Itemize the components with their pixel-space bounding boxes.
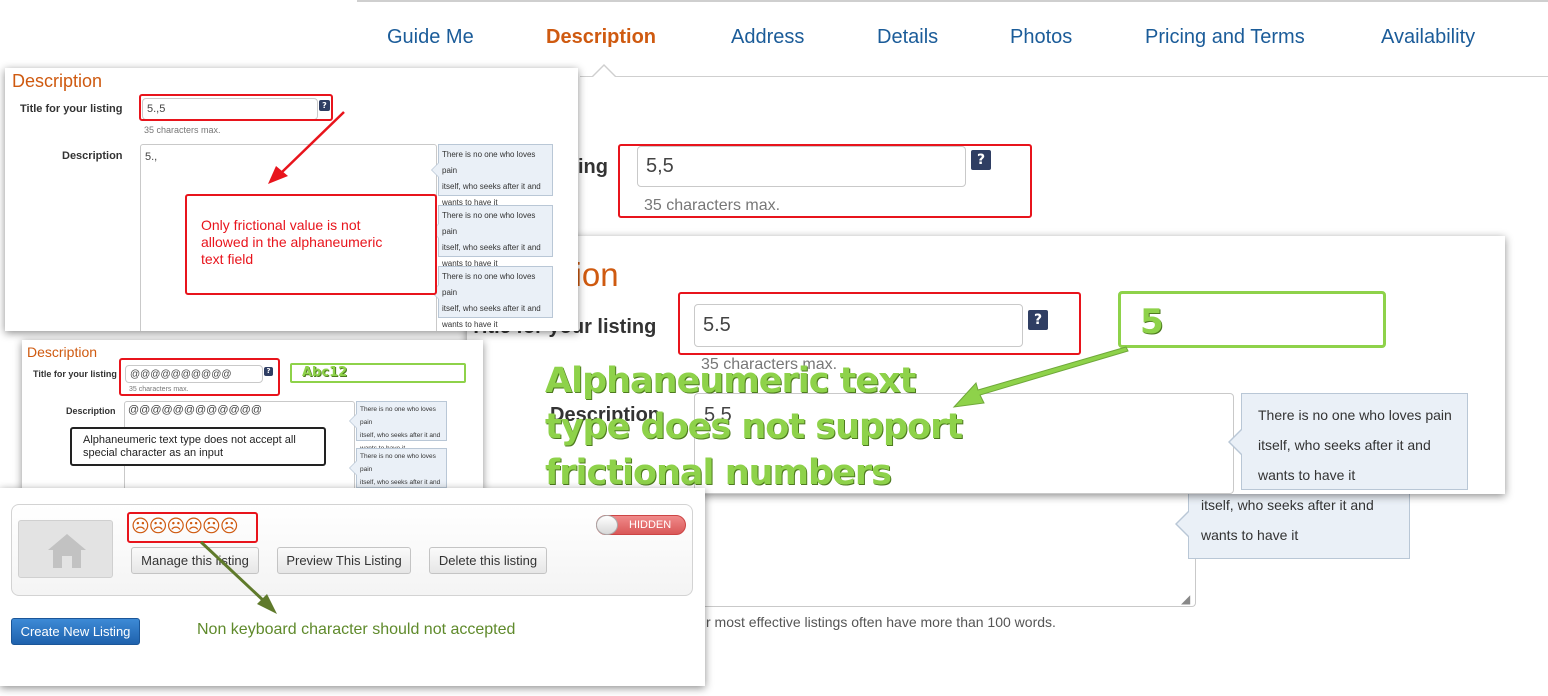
tip-line-3: wants to have it	[1201, 527, 1299, 543]
tab-address[interactable]: Address	[731, 26, 804, 49]
panel-fraction-check: Description Title for your listing 5.,5 …	[5, 68, 578, 331]
description-tip: There is no one who loves pain itself, w…	[349, 401, 447, 452]
green-arrow	[952, 346, 1129, 408]
panel-special-char-check: Description Title for your listing @@@@@…	[22, 340, 483, 492]
red-annotation-line-3: text field	[201, 251, 254, 267]
tab-pricing-and-terms[interactable]: Pricing and Terms	[1145, 26, 1305, 49]
description-value: 5.,	[145, 151, 158, 163]
chars-hint: 35 characters max.	[144, 125, 221, 135]
tab-description[interactable]: Description	[546, 26, 656, 49]
red-arrow	[268, 111, 345, 184]
tab-underline	[580, 76, 1548, 77]
title-red-highlight	[119, 358, 280, 396]
tip-line-2: itself, who seeks after it and	[442, 304, 541, 313]
olive-arrow	[199, 540, 277, 614]
tab-details[interactable]: Details	[877, 26, 938, 49]
section-heading: Description	[27, 344, 98, 360]
olive-annotation: Non keyboard character should not accept…	[197, 621, 516, 638]
title-label-partial: ing	[578, 156, 608, 178]
tip-line-1: There is no one who loves pain	[442, 150, 536, 175]
resize-grip-icon[interactable]: ◢	[1181, 592, 1190, 606]
tab-photos[interactable]: Photos	[1010, 26, 1072, 49]
tip-line-1: There is no one who loves pain	[1258, 407, 1452, 423]
tip-line-1: There is no one who loves pain	[360, 453, 436, 473]
green-annotation: Alphaneumeric text type does not support…	[545, 358, 963, 496]
red-annotation: Only frictional value is not allowed in …	[201, 217, 382, 268]
tip-line-3: wants to have it	[1258, 467, 1356, 483]
title-red-highlight	[618, 144, 1032, 218]
delete-listing-button[interactable]: Delete this listing	[429, 547, 547, 574]
description-tip: itself, who seeks after it and wants to …	[1175, 490, 1410, 559]
section-heading: Description	[12, 71, 103, 91]
words-hint: r most effective listings often have mor…	[706, 614, 1056, 630]
description-tip: There is no one who loves pain itself, w…	[431, 266, 553, 329]
description-tip: There is no one who loves pain itself, w…	[431, 144, 553, 207]
description-label: Description	[66, 406, 116, 416]
tip-line-1: There is no one who loves pain	[442, 211, 536, 236]
red-annotation-line-2: allowed in the alphaneumeric	[201, 234, 383, 250]
tab-availability[interactable]: Availability	[1381, 26, 1475, 49]
tip-line-2: itself, who seeks after it and	[1201, 497, 1374, 513]
tip-line-1: There is no one who loves pain	[442, 272, 536, 297]
red-annotation-line-1: Only frictional value is not	[201, 217, 361, 233]
green-expected-value: 5	[1140, 302, 1164, 342]
description-tip: There is no one who loves pain itself, w…	[349, 448, 447, 488]
tip-line-2: itself, who seeks after it and	[442, 182, 541, 191]
black-annotation-line-1: Alphaneumeric text type does not accept …	[83, 434, 296, 446]
tab-bar: Guide Me Description Address Details Pho…	[357, 20, 1548, 56]
description-tip: There is no one who loves pain itself, w…	[431, 205, 553, 268]
title-label: Title for your listing	[33, 369, 117, 379]
create-new-listing-button[interactable]: Create New Listing	[11, 618, 140, 645]
toggle-knob	[596, 515, 618, 535]
house-icon	[48, 534, 86, 568]
tip-line-2: itself, who seeks after it and	[1258, 437, 1431, 453]
tab-guide-me[interactable]: Guide Me	[387, 26, 474, 49]
green-annotation-line-1: Alphaneumeric text	[545, 361, 916, 401]
description-value: @@@@@@@@@@@@	[128, 404, 262, 416]
green-expected-value: Abc12	[302, 365, 348, 380]
toggle-label: HIDDEN	[629, 519, 672, 531]
active-tab-pointer-inner	[593, 66, 615, 77]
black-annotation: Alphaneumeric text type does not accept …	[70, 427, 326, 466]
tip-line-3: wants to have it	[442, 320, 498, 329]
tip-line-2: itself, who seeks after it and	[442, 243, 541, 252]
hidden-toggle[interactable]: HIDDEN	[596, 515, 686, 535]
description-textarea[interactable]	[640, 490, 1196, 607]
tip-line-1: There is no one who loves pain	[360, 406, 436, 426]
tip-line-2: itself, who seeks after it and	[360, 432, 441, 439]
description-label: Description	[62, 150, 123, 162]
black-annotation-line-2: special character as an input	[83, 447, 224, 459]
panel-listings: ☹☹☹☹☹☹ HIDDEN Manage this listing Previe…	[0, 488, 705, 686]
preview-listing-button[interactable]: Preview This Listing	[277, 547, 411, 574]
green-annotation-line-2: type does not support	[545, 407, 963, 447]
description-tip: There is no one who loves pain itself, w…	[1228, 393, 1468, 490]
listing-thumbnail[interactable]	[18, 520, 113, 578]
title-label: Title for your listing	[20, 103, 123, 115]
top-border	[357, 0, 1548, 2]
